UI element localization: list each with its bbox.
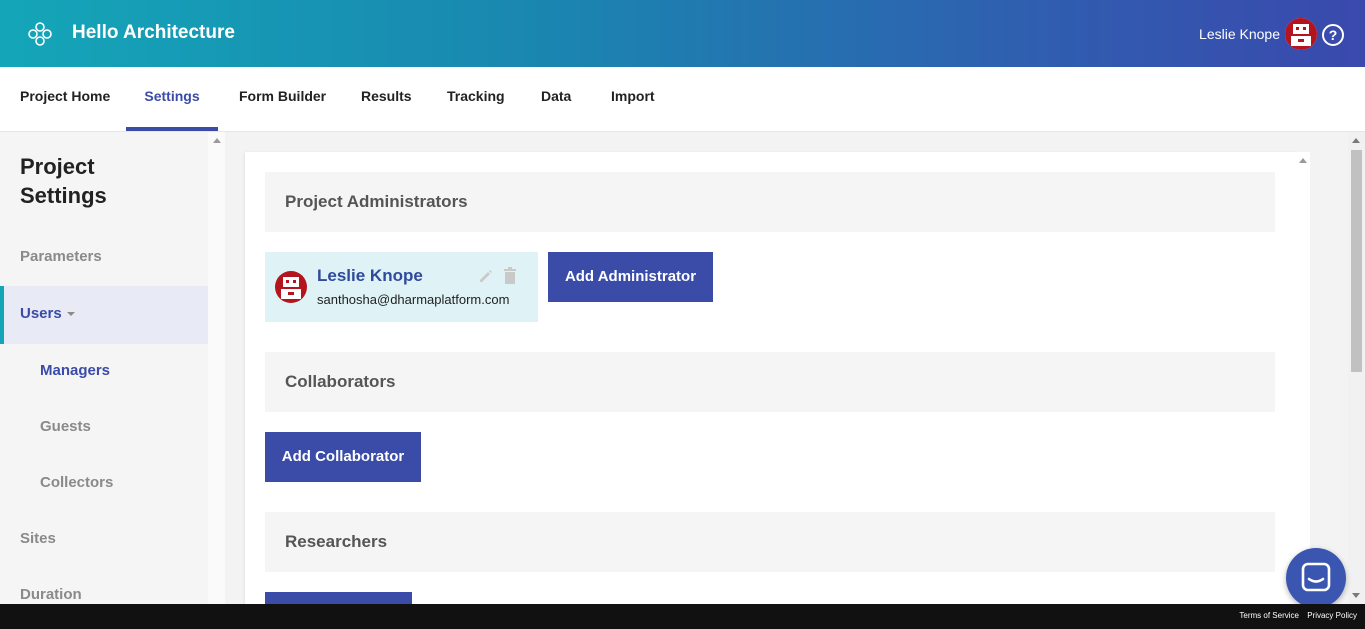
card-scrollbar[interactable]	[1295, 152, 1310, 604]
section-heading: Project Administrators	[285, 192, 468, 211]
section-heading: Collaborators	[285, 372, 396, 391]
sidebar-item-label: Users	[20, 305, 75, 322]
avatar-icon	[275, 271, 307, 303]
avatar	[275, 271, 307, 303]
scroll-up-arrow-icon[interactable]	[1352, 138, 1360, 143]
scroll-up-arrow-icon[interactable]	[213, 138, 221, 143]
admin-name: Leslie Knope	[317, 266, 423, 285]
section-project-administrators: Project Administrators	[265, 172, 1275, 232]
sidebar-title-line2: Settings	[20, 183, 107, 208]
sidebar-item-parameters[interactable]: Parameters	[0, 230, 208, 286]
sidebar-item-label: Guests	[40, 418, 91, 435]
trash-icon[interactable]	[503, 267, 517, 284]
section-collaborators: Collaborators	[265, 352, 1275, 412]
tab-results[interactable]: Results	[361, 67, 412, 131]
privacy-link[interactable]: Privacy Policy	[1307, 611, 1357, 620]
sidebar-item-guests[interactable]: Guests	[0, 400, 208, 456]
dharma-logo-icon[interactable]	[26, 20, 54, 48]
tab-data[interactable]: Data	[541, 67, 571, 131]
chat-launcher-button[interactable]	[1286, 548, 1346, 608]
sidebar-item-collectors[interactable]: Collectors	[0, 456, 208, 512]
page-footer: Terms of Service Privacy Policy	[0, 604, 1365, 629]
project-nav: Project Home Settings Form Builder Resul…	[0, 67, 1365, 132]
chat-icon	[1301, 562, 1331, 592]
terms-link[interactable]: Terms of Service	[1239, 611, 1299, 620]
user-avatar[interactable]	[1285, 18, 1317, 50]
sidebar-item-label: Sites	[20, 530, 56, 547]
admin-user-chip: Leslie Knope santhosha@dharmaplatform.co…	[265, 252, 538, 322]
add-administrator-button[interactable]: Add Administrator	[548, 252, 713, 302]
footer-links: Terms of Service Privacy Policy	[1233, 611, 1357, 620]
tab-form-builder[interactable]: Form Builder	[239, 67, 326, 131]
tab-tracking[interactable]: Tracking	[447, 67, 505, 131]
settings-sidebar: Project Settings Parameters Users Manage…	[0, 132, 208, 604]
sidebar-item-managers[interactable]: Managers	[0, 344, 208, 400]
tab-import[interactable]: Import	[611, 67, 655, 131]
section-heading: Researchers	[285, 532, 388, 551]
page-scrollbar[interactable]	[1348, 132, 1365, 604]
avatar-icon	[1285, 18, 1317, 50]
pencil-icon[interactable]	[478, 268, 494, 284]
add-collaborator-button[interactable]: Add Collaborator	[265, 432, 421, 482]
scroll-up-arrow-icon[interactable]	[1299, 158, 1307, 163]
sidebar-item-label: Parameters	[20, 248, 102, 265]
section-researchers: Researchers	[265, 512, 1275, 572]
app-header: Hello Architecture Leslie Knope ?	[0, 0, 1365, 67]
sidebar-title: Project Settings	[20, 152, 107, 210]
users-label: Users	[20, 305, 62, 322]
sidebar-title-line1: Project	[20, 154, 95, 179]
scroll-down-arrow-icon[interactable]	[1352, 593, 1360, 598]
user-name[interactable]: Leslie Knope	[1199, 26, 1280, 42]
users-card: Project Administrators Leslie Knope sant…	[245, 152, 1295, 604]
add-researcher-button[interactable]	[265, 592, 412, 604]
scrollbar-thumb[interactable]	[1351, 150, 1362, 372]
help-icon[interactable]: ?	[1322, 24, 1344, 46]
admin-email: santhosha@dharmaplatform.com	[317, 292, 510, 307]
sidebar-item-label: Duration	[20, 586, 82, 603]
sidebar-item-users[interactable]: Users	[0, 286, 208, 344]
tab-settings[interactable]: Settings	[126, 67, 218, 131]
sidebar-item-sites[interactable]: Sites	[0, 512, 208, 568]
app-title[interactable]: Hello Architecture	[72, 22, 235, 44]
sidebar-scrollbar[interactable]	[208, 132, 225, 604]
sidebar-item-label: Managers	[40, 362, 111, 379]
tab-project-home[interactable]: Project Home	[20, 67, 110, 131]
sidebar-item-label: Collectors	[40, 474, 114, 491]
chevron-down-icon	[66, 312, 75, 317]
